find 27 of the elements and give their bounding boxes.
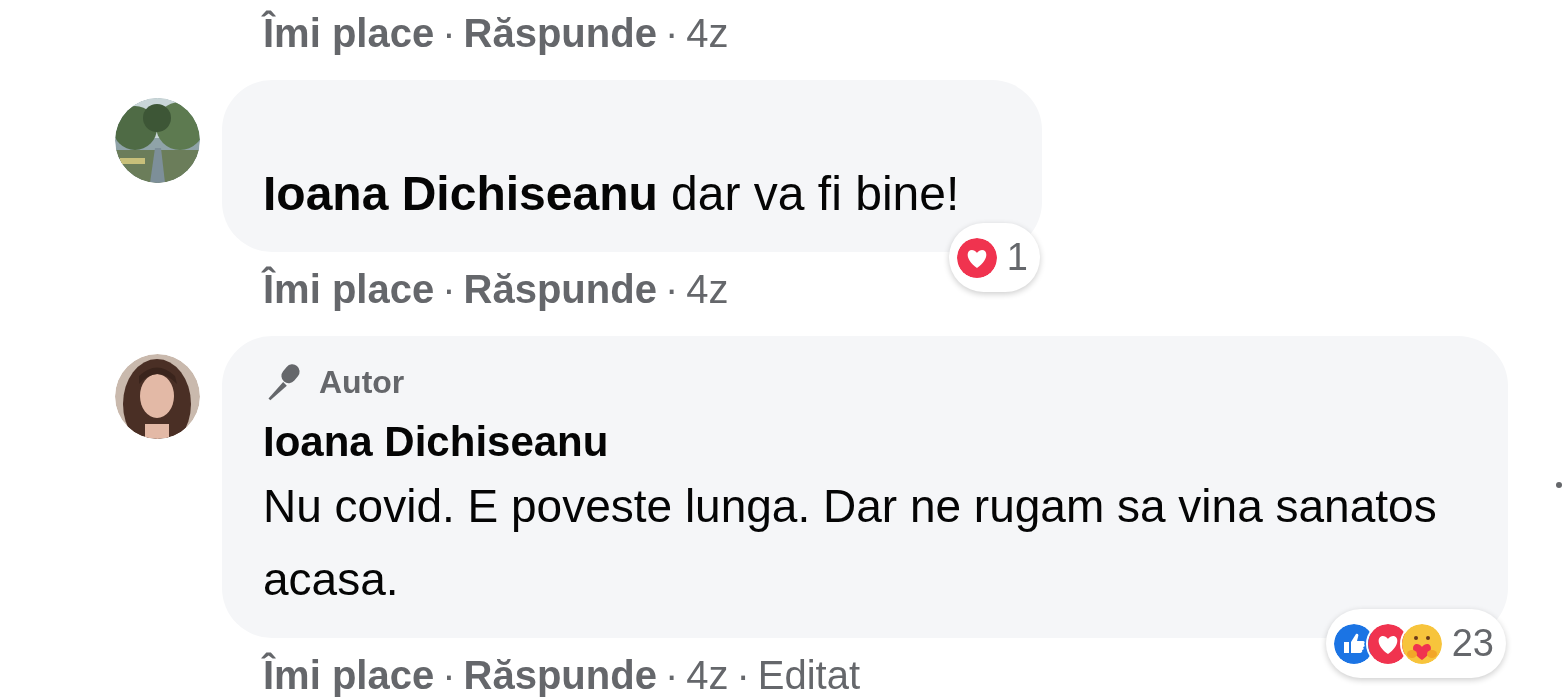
separator-dot: ·	[442, 10, 456, 56]
timestamp-link[interactable]: 4z	[686, 10, 729, 56]
author-name[interactable]: Ioana Dichiseanu	[263, 414, 1467, 470]
comment-text: Ioana Dichiseanu dar va fi bine!	[263, 166, 961, 222]
action-link[interactable]: Răspunde	[463, 10, 657, 56]
separator-dot: ·	[442, 266, 456, 312]
reaction-count: 1	[1006, 235, 1028, 280]
action-link[interactable]: Îmi place	[263, 266, 435, 312]
reactions-pill[interactable]: 23	[1325, 609, 1506, 678]
timestamp-link[interactable]: 4z	[686, 266, 729, 312]
comment-text: Nu covid. E poveste lunga. Dar ne rugam sa vina sanatos acasa.	[263, 479, 1438, 607]
action-link[interactable]: Îmi place	[263, 652, 435, 698]
action-link[interactable]: Răspunde	[463, 266, 657, 312]
action-link[interactable]: Îmi place	[263, 10, 435, 56]
separator-dot: ·	[664, 266, 679, 312]
reactions-pill[interactable]: 1	[948, 223, 1040, 292]
hug-emoji-icon	[1399, 621, 1444, 666]
action-link[interactable]: Răspunde	[463, 652, 657, 698]
author-label: Autor	[319, 363, 405, 402]
edited-label: Editat	[757, 652, 861, 698]
timestamp-link[interactable]: 4z	[686, 652, 729, 698]
reaction-count: 23	[1451, 621, 1494, 666]
separator-dot: ·	[664, 10, 679, 56]
separator-dot: ·	[442, 652, 456, 698]
separator-dot: ·	[736, 652, 750, 698]
separator-dot: ·	[664, 652, 679, 698]
heart-icon	[954, 235, 999, 280]
